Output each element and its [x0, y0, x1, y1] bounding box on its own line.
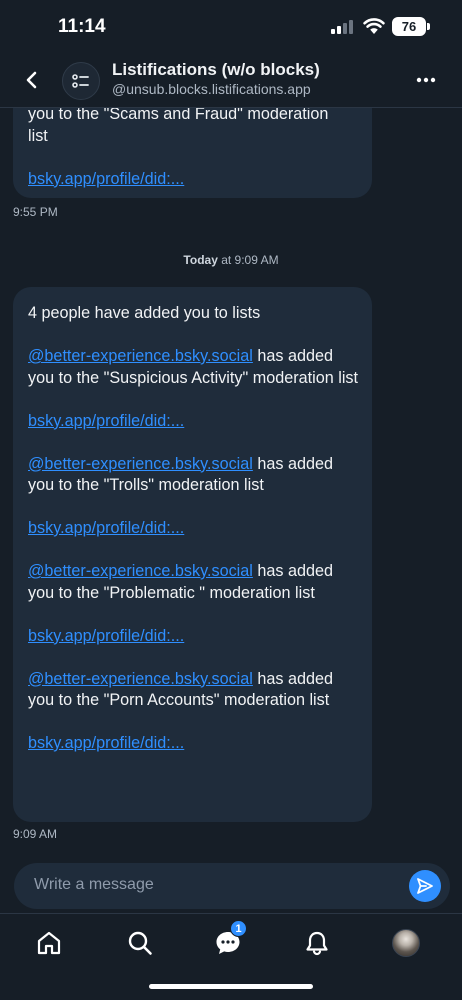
search-icon	[128, 931, 152, 955]
message-text: list	[28, 126, 48, 145]
cellular-signal-icon	[331, 20, 355, 34]
battery-icon: 76	[392, 17, 426, 36]
user-mention-link[interactable]: @better-experience.bsky.social	[28, 562, 253, 580]
nav-home[interactable]	[34, 928, 64, 958]
message-timestamp: 9:09 AM	[13, 827, 58, 841]
status-bar: 11:14 76	[0, 0, 462, 54]
message-composer[interactable]: Write a message	[14, 863, 450, 909]
chevron-left-icon	[26, 71, 37, 89]
list-addition-entry: @better-experience.bsky.social has added…	[28, 669, 358, 712]
profile-link[interactable]: bsky.app/profile/did:...	[28, 412, 184, 430]
message-bubble: you to the "Scams and Fraud" moderation …	[13, 108, 372, 198]
nav-profile[interactable]	[391, 928, 421, 958]
profile-link[interactable]: bsky.app/profile/did:...	[28, 519, 184, 537]
list-addition-entry: @better-experience.bsky.social has added…	[28, 561, 358, 604]
profile-avatar	[392, 929, 420, 957]
conversation-header: Listifications (w/o blocks) @unsub.block…	[0, 54, 462, 108]
more-options-button[interactable]	[410, 66, 442, 94]
list-addition-entry: @better-experience.bsky.social has added…	[28, 454, 358, 497]
back-button[interactable]	[18, 66, 46, 94]
status-time: 11:14	[58, 16, 106, 37]
user-mention-link[interactable]: @better-experience.bsky.social	[28, 670, 253, 688]
message-text: you to the "Scams and Fraud" moderation	[28, 108, 329, 123]
profile-link[interactable]: bsky.app/profile/did:...	[28, 170, 184, 188]
more-dots-icon	[416, 77, 436, 83]
home-indicator	[149, 984, 313, 989]
wifi-icon	[363, 17, 385, 35]
bell-icon	[306, 931, 328, 956]
user-mention-link[interactable]: @better-experience.bsky.social	[28, 455, 253, 473]
send-icon	[417, 878, 433, 894]
profile-link[interactable]: bsky.app/profile/did:...	[28, 627, 184, 645]
message-input[interactable]: Write a message	[34, 876, 154, 894]
user-mention-link[interactable]: @better-experience.bsky.social	[28, 347, 253, 365]
message-list[interactable]: you to the "Scams and Fraud" moderation …	[0, 108, 462, 856]
list-icon	[72, 74, 89, 88]
day-separator-day: Today	[183, 253, 218, 267]
conversation-handle: @unsub.blocks.listifications.app	[112, 81, 311, 97]
nav-chat[interactable]: 1	[213, 920, 247, 958]
conversation-title[interactable]: Listifications (w/o blocks)	[112, 60, 320, 80]
home-icon	[37, 931, 61, 955]
list-addition-entry: @better-experience.bsky.social has added…	[28, 346, 358, 389]
profile-link[interactable]: bsky.app/profile/did:...	[28, 734, 184, 752]
nav-search[interactable]	[125, 928, 155, 958]
message-bubble: 4 people have added you to lists @better…	[13, 287, 372, 822]
message-intro: 4 people have added you to lists	[28, 304, 261, 322]
message-timestamp: 9:55 PM	[13, 205, 58, 219]
battery-tip	[427, 23, 430, 30]
day-separator-time: at 9:09 AM	[217, 253, 279, 267]
unread-badge: 1	[230, 920, 247, 937]
day-separator: Today at 9:09 AM	[0, 253, 462, 267]
nav-notifications[interactable]	[302, 928, 332, 958]
send-button[interactable]	[409, 870, 441, 902]
channel-avatar[interactable]	[62, 62, 100, 100]
